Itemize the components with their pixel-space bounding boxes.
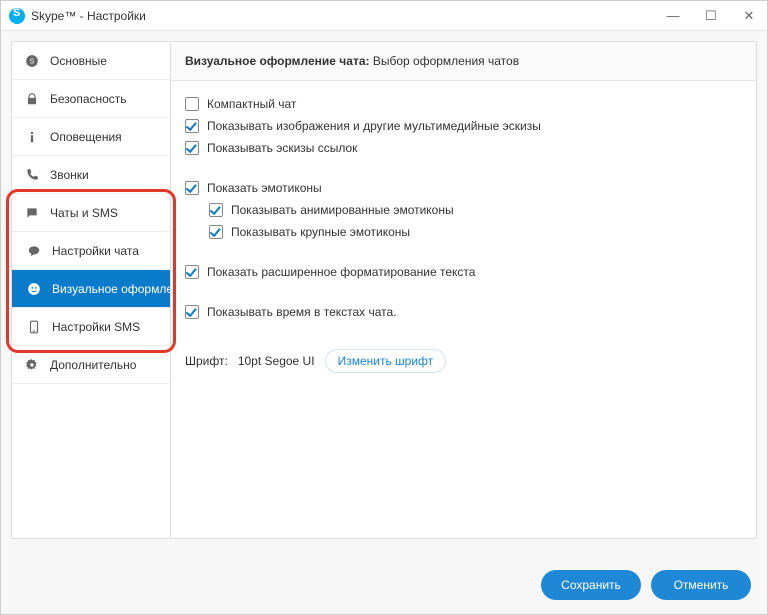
sidebar-item-label: Настройки чата [52,244,139,258]
titlebar: Skype™ - Настройки — ☐ ✕ [1,1,767,31]
footer: Сохранить Отменить [1,556,767,614]
check-label: Показывать эскизы ссылок [207,141,357,155]
checkbox-icon [185,119,199,133]
sidebar-item-general[interactable]: S Основные [12,42,170,80]
check-emoticons[interactable]: Показать эмотиконы [185,181,742,195]
sidebar-item-label: Визуальное оформле... [52,282,170,296]
checkbox-icon [185,97,199,111]
check-anim-emoticons[interactable]: Показывать анимированные эмотиконы [209,203,742,217]
check-label: Показывать анимированные эмотиконы [231,203,454,217]
checkbox-icon [209,225,223,239]
check-label: Показывать изображения и другие мультиме… [207,119,541,133]
cancel-button[interactable]: Отменить [651,570,751,600]
font-row: Шрифт: 10pt Segoe UI Изменить шрифт [185,349,742,373]
change-font-button[interactable]: Изменить шрифт [325,349,447,373]
sidebar-item-chat-settings[interactable]: Настройки чата [12,232,170,270]
gear-icon [24,357,40,373]
checkbox-icon [185,181,199,195]
check-label: Показать расширенное форматирование текс… [207,265,475,279]
skype-icon: S [24,53,40,69]
sidebar-item-label: Настройки SMS [52,320,140,334]
font-value: 10pt Segoe UI [238,354,315,368]
sidebar-item-notifications[interactable]: Оповещения [12,118,170,156]
header-title-bold: Визуальное оформление чата: [185,54,370,68]
sidebar-item-label: Безопасность [50,92,127,106]
checkbox-icon [185,305,199,319]
header-title-rest: Выбор оформления чатов [370,54,520,68]
sms-icon [26,319,42,335]
check-label: Показывать время в текстах чата. [207,305,397,319]
window-title: Skype™ - Настройки [31,9,663,23]
sidebar-item-chats-sms[interactable]: Чаты и SMS [12,194,170,232]
check-rich-text[interactable]: Показать расширенное форматирование текс… [185,265,742,279]
sidebar-wrap: S Основные Безопасность Оповещения [11,41,171,556]
check-link-thumbs[interactable]: Показывать эскизы ссылок [185,141,742,155]
maximize-button[interactable]: ☐ [701,6,721,26]
checkbox-icon [209,203,223,217]
check-label: Компактный чат [207,97,296,111]
sidebar-item-label: Чаты и SMS [50,206,118,220]
phone-icon [24,167,40,183]
message-icon [26,243,42,259]
check-compact[interactable]: Компактный чат [185,97,742,111]
sidebar-item-label: Звонки [50,168,89,182]
content-body: Компактный чат Показывать изображения и … [171,81,756,538]
close-button[interactable]: ✕ [739,6,759,26]
sidebar-item-visual-appearance[interactable]: Визуальное оформле... [12,270,170,308]
content-header: Визуальное оформление чата: Выбор оформл… [171,42,756,81]
sidebar-item-sms-settings[interactable]: Настройки SMS [12,308,170,346]
sidebar: S Основные Безопасность Оповещения [11,41,171,539]
skype-logo-icon [9,8,25,24]
window-buttons: — ☐ ✕ [663,6,759,26]
smiley-icon [26,281,42,297]
lock-icon [24,91,40,107]
sidebar-item-label: Основные [50,54,107,68]
check-show-images[interactable]: Показывать изображения и другие мультиме… [185,119,742,133]
checkbox-icon [185,265,199,279]
check-label: Показать эмотиконы [207,181,322,195]
settings-window: Skype™ - Настройки — ☐ ✕ S Основные [0,0,768,615]
minimize-button[interactable]: — [663,6,683,26]
checkbox-icon [185,141,199,155]
content-panel: Визуальное оформление чата: Выбор оформл… [171,41,757,539]
font-label: Шрифт: [185,354,228,368]
check-show-time[interactable]: Показывать время в текстах чата. [185,305,742,319]
sidebar-item-label: Дополнительно [50,358,136,372]
chat-icon [24,205,40,221]
sidebar-item-label: Оповещения [50,130,122,144]
check-label: Показывать крупные эмотиконы [231,225,410,239]
info-icon [24,129,40,145]
check-big-emoticons[interactable]: Показывать крупные эмотиконы [209,225,742,239]
sidebar-item-security[interactable]: Безопасность [12,80,170,118]
svg-text:S: S [30,58,35,65]
body: S Основные Безопасность Оповещения [1,31,767,556]
save-button[interactable]: Сохранить [541,570,641,600]
sidebar-item-calls[interactable]: Звонки [12,156,170,194]
sidebar-item-advanced[interactable]: Дополнительно [12,346,170,384]
